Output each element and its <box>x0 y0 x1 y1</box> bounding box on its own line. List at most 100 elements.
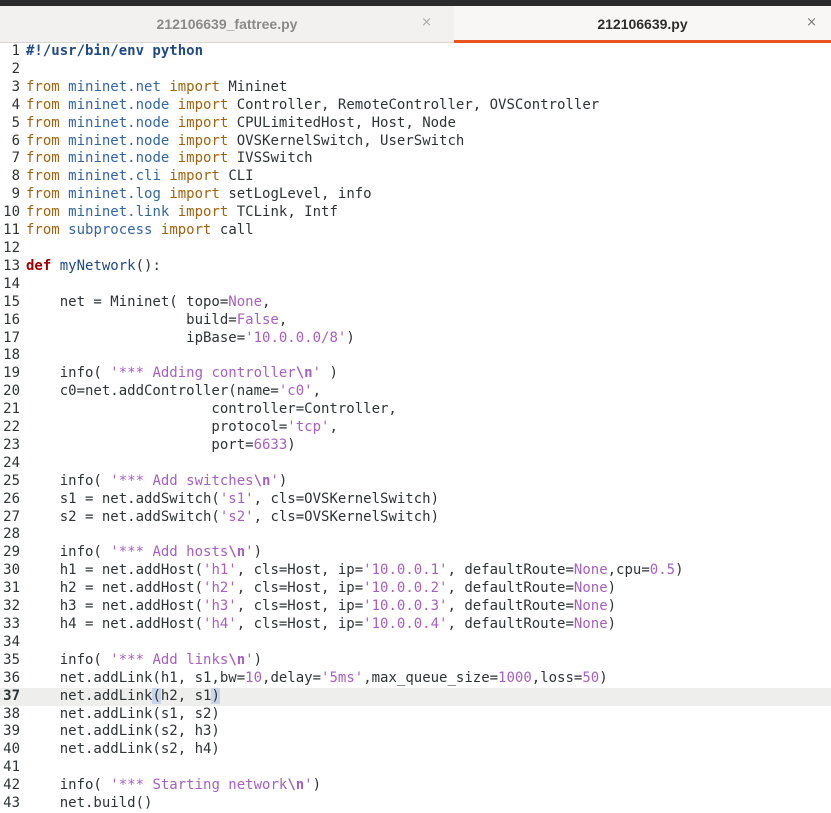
code-line[interactable]: 34 <box>0 634 831 652</box>
line-number: 18 <box>3 347 20 364</box>
code-line[interactable]: 20 c0=net.addController(name='c0', <box>0 383 831 401</box>
code-line[interactable]: 39 net.addLink(s2, h3) <box>0 723 831 741</box>
code-line[interactable]: 33 h4 = net.addHost('h4', cls=Host, ip='… <box>0 616 831 634</box>
code-line[interactable]: 29 info( '*** Add hosts\n') <box>0 544 831 562</box>
tab-label: 212106639.py <box>597 16 688 32</box>
tab-fattree[interactable]: 212106639_fattree.py × <box>0 6 454 42</box>
code-text[interactable]: from mininet.node import Controller, Rem… <box>20 97 599 115</box>
code-editor[interactable]: 1 #!/usr/bin/env python 2 3 from mininet.net… <box>0 43 831 813</box>
line-number: 2 <box>11 60 20 77</box>
code-line[interactable]: 4 from mininet.node import Controller, Re… <box>0 97 831 115</box>
code-line[interactable]: 42 info( '*** Starting network\n') <box>0 777 831 795</box>
code-text[interactable]: port=6633) <box>20 437 295 455</box>
line-number: 10 <box>3 204 20 221</box>
code-line[interactable]: 15 net = Mininet( topo=None, <box>0 294 831 312</box>
code-text[interactable]: net.addLink(h1, s1,bw=10,delay='5ms',max… <box>20 670 608 688</box>
code-line[interactable]: 12 <box>0 240 831 258</box>
line-number: 5 <box>11 114 20 131</box>
code-text[interactable]: from mininet.log import setLogLevel, inf… <box>20 186 372 204</box>
code-line[interactable]: 18 <box>0 347 831 365</box>
code-line[interactable]: 8 from mininet.cli import CLI <box>0 168 831 186</box>
code-text[interactable]: from mininet.link import TCLink, Intf <box>20 204 338 222</box>
line-number: 26 <box>3 490 20 507</box>
code-text[interactable]: from mininet.node import IVSSwitch <box>20 150 313 168</box>
code-text[interactable]: s1 = net.addSwitch('s1', cls=OVSKernelSw… <box>20 491 439 509</box>
code-line[interactable]: 11 from subprocess import call <box>0 222 831 240</box>
code-text[interactable]: net.addLink(s2, h4) <box>20 741 220 759</box>
code-text[interactable]: build=False, <box>20 312 287 330</box>
code-line[interactable]: 13 def myNetwork(): <box>0 258 831 276</box>
code-text[interactable]: from mininet.node import CPULimitedHost,… <box>20 115 456 133</box>
code-text[interactable]: net.build() <box>20 795 153 813</box>
code-text[interactable]: net.addLink(s1, s2) <box>20 706 220 724</box>
code-line[interactable]: 3 from mininet.net import Mininet <box>0 79 831 97</box>
code-text[interactable]: net.addLink(s2, h3) <box>20 723 220 741</box>
code-text[interactable]: from subprocess import call <box>20 222 254 240</box>
close-icon[interactable]: × <box>806 15 817 30</box>
code-line[interactable]: 28 <box>0 526 831 544</box>
line-number: 39 <box>3 723 20 740</box>
code-line[interactable]: 26 s1 = net.addSwitch('s1', cls=OVSKerne… <box>0 491 831 509</box>
code-text[interactable]: controller=Controller, <box>20 401 396 419</box>
code-text[interactable]: info( '*** Add hosts\n') <box>20 544 262 562</box>
code-line[interactable]: 9 from mininet.log import setLogLevel, in… <box>0 186 831 204</box>
code-text[interactable]: net = Mininet( topo=None, <box>20 294 271 312</box>
code-line[interactable]: 25 info( '*** Add switches\n') <box>0 473 831 491</box>
code-text[interactable]: h2 = net.addHost('h2', cls=Host, ip='10.… <box>20 580 616 598</box>
code-text[interactable]: info( '*** Starting network\n') <box>20 777 321 795</box>
line-number: 15 <box>3 293 20 310</box>
code-line[interactable]: 17 ipBase='10.0.0.0/8') <box>0 330 831 348</box>
code-line[interactable]: 7 from mininet.node import IVSSwitch <box>0 150 831 168</box>
code-text[interactable]: info( '*** Add switches\n') <box>20 473 288 491</box>
code-text[interactable]: h1 = net.addHost('h1', cls=Host, ip='10.… <box>20 562 684 580</box>
code-text[interactable]: h4 = net.addHost('h4', cls=Host, ip='10.… <box>20 616 616 634</box>
close-icon[interactable]: × <box>421 15 432 30</box>
code-line[interactable]: 2 <box>0 61 831 79</box>
code-text[interactable]: net.addLink(h2, s1) <box>20 687 220 706</box>
line-number: 4 <box>11 96 20 113</box>
code-line[interactable]: 22 protocol='tcp', <box>0 419 831 437</box>
code-text[interactable]: def myNetwork(): <box>20 258 161 276</box>
line-number: 14 <box>3 275 20 292</box>
code-text[interactable]: c0=net.addController(name='c0', <box>20 383 321 401</box>
code-text[interactable]: from mininet.node import OVSKernelSwitch… <box>20 133 464 151</box>
code-line[interactable]: 16 build=False, <box>0 312 831 330</box>
line-number: 28 <box>3 526 20 543</box>
code-line[interactable]: 35 info( '*** Add links\n') <box>0 652 831 670</box>
code-line[interactable]: 10 from mininet.link import TCLink, Intf <box>0 204 831 222</box>
code-line[interactable]: 30 h1 = net.addHost('h1', cls=Host, ip='… <box>0 562 831 580</box>
tab-bar: 212106639_fattree.py × 212106639.py × <box>0 6 831 43</box>
line-number: 38 <box>3 705 20 722</box>
code-line[interactable]: 27 s2 = net.addSwitch('s2', cls=OVSKerne… <box>0 509 831 527</box>
code-text[interactable]: from mininet.net import Mininet <box>20 79 287 97</box>
code-text[interactable]: info( '*** Adding controller\n' ) <box>20 365 338 383</box>
code-text[interactable]: s2 = net.addSwitch('s2', cls=OVSKernelSw… <box>20 509 439 527</box>
code-line[interactable]: 41 <box>0 759 831 777</box>
code-line[interactable]: 43 net.build() <box>0 795 831 813</box>
code-line[interactable]: 38 net.addLink(s1, s2) <box>0 706 831 724</box>
line-number: 32 <box>3 598 20 615</box>
code-line[interactable]: 36 net.addLink(h1, s1,bw=10,delay='5ms',… <box>0 670 831 688</box>
code-line[interactable]: 19 info( '*** Adding controller\n' ) <box>0 365 831 383</box>
code-line[interactable]: 21 controller=Controller, <box>0 401 831 419</box>
tab-current-file[interactable]: 212106639.py × <box>454 6 831 43</box>
code-line[interactable]: 31 h2 = net.addHost('h2', cls=Host, ip='… <box>0 580 831 598</box>
code-line[interactable]: 5 from mininet.node import CPULimitedHost… <box>0 115 831 133</box>
code-line[interactable]: 37 net.addLink(h2, s1) <box>0 687 831 706</box>
line-number: 27 <box>3 508 20 525</box>
code-text[interactable]: protocol='tcp', <box>20 419 337 437</box>
code-line[interactable]: 24 <box>0 455 831 473</box>
code-text[interactable]: #!/usr/bin/env python <box>20 43 203 61</box>
code-text[interactable]: ipBase='10.0.0.0/8') <box>20 330 355 348</box>
code-line[interactable]: 23 port=6633) <box>0 437 831 455</box>
code-text[interactable]: h3 = net.addHost('h3', cls=Host, ip='10.… <box>20 598 616 616</box>
code-text[interactable]: info( '*** Add links\n') <box>20 652 262 670</box>
code-line[interactable]: 40 net.addLink(s2, h4) <box>0 741 831 759</box>
line-number: 42 <box>3 777 20 794</box>
code-text[interactable]: from mininet.cli import CLI <box>20 168 254 186</box>
line-number: 6 <box>11 132 20 149</box>
code-line[interactable]: 14 <box>0 276 831 294</box>
code-line[interactable]: 32 h3 = net.addHost('h3', cls=Host, ip='… <box>0 598 831 616</box>
code-line[interactable]: 6 from mininet.node import OVSKernelSwitc… <box>0 133 831 151</box>
code-line[interactable]: 1 #!/usr/bin/env python <box>0 43 831 61</box>
